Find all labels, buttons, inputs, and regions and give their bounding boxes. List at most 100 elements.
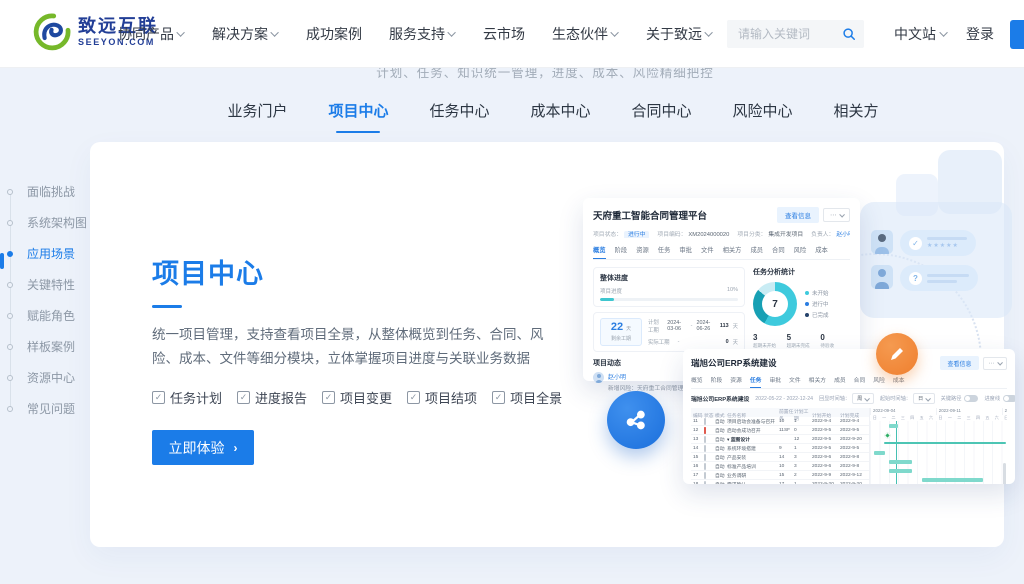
seeyon-swirl-icon bbox=[33, 13, 71, 51]
sidebar-dot bbox=[7, 282, 13, 288]
app2-tab-5[interactable]: 审批 bbox=[769, 375, 781, 388]
section-tab-3[interactable]: 任务中心 bbox=[427, 94, 491, 133]
status-icon bbox=[704, 445, 706, 452]
toggle-switch[interactable] bbox=[1003, 395, 1015, 402]
nav-item-label: 协同产品 bbox=[118, 24, 174, 44]
sidebar-dot bbox=[7, 313, 13, 319]
section-tab-5[interactable]: 合同中心 bbox=[630, 94, 694, 133]
sidebar-item-1[interactable]: 面临挑战 bbox=[0, 176, 92, 207]
app2-tab-10[interactable]: 风险 bbox=[873, 375, 885, 388]
table-row: 11自动项目启动会准备与召开1012022-9-42022-9-4 bbox=[691, 417, 869, 426]
app1-tab-9[interactable]: 合同 bbox=[772, 245, 785, 259]
table-row: 16自动标准产品培训1032022-9-62022-9-8 bbox=[691, 462, 869, 471]
app2-tab-2[interactable]: 阶段 bbox=[711, 375, 723, 388]
feature-item-1: ✓任务计划 bbox=[152, 388, 222, 407]
meta-value: 集成开发项目 bbox=[768, 232, 803, 238]
section-tab-2[interactable]: 项目中心 bbox=[326, 94, 390, 133]
search-input[interactable] bbox=[727, 27, 834, 41]
cell-start: 2022-9-4 bbox=[812, 419, 840, 424]
app2-tab-9[interactable]: 合同 bbox=[854, 375, 866, 388]
select-box[interactable]: 日 bbox=[913, 393, 935, 404]
nav-item-1[interactable]: 协同产品 bbox=[118, 24, 185, 44]
app1-tab-6[interactable]: 文件 bbox=[701, 245, 714, 259]
app1-tab-5[interactable]: 审批 bbox=[679, 245, 692, 259]
search-box bbox=[727, 20, 864, 48]
app1-tabs: 概览阶段资源任务审批文件相关方成员合同风险成本 bbox=[593, 245, 850, 260]
task-table: 编码状态模式任务名称前置任务计划工期计划开始计划完成 11自动项目启动会准备与召… bbox=[691, 408, 869, 484]
app2-tab-3[interactable]: 资源 bbox=[730, 375, 742, 388]
sidebar-item-7[interactable]: 资源中心 bbox=[0, 362, 92, 393]
sidebar-item-label: 常见问题 bbox=[27, 400, 75, 417]
app1-meta-row: 项目状态：进行中项目编码：XM2024000020项目分类：集成开发项目负责人：… bbox=[593, 229, 850, 238]
header-cta-button-cutoff[interactable] bbox=[1010, 20, 1024, 49]
chevron-down-icon bbox=[939, 28, 947, 36]
app2-tab-11[interactable]: 成本 bbox=[893, 375, 905, 388]
select-box[interactable]: 周 bbox=[852, 393, 874, 404]
nav-item-5[interactable]: 云市场 bbox=[483, 24, 525, 44]
toggle-label: 关键路径 bbox=[941, 395, 962, 402]
cell-code: 18 bbox=[693, 482, 704, 485]
app1-tab-3[interactable]: 资源 bbox=[636, 245, 649, 259]
app2-tab-1[interactable]: 概览 bbox=[691, 375, 703, 388]
app2-tab-4[interactable]: 任务 bbox=[750, 375, 762, 388]
remaining-days-box: 22 天 剩余工期 bbox=[600, 318, 642, 346]
nav-item-4[interactable]: 服务支持 bbox=[389, 24, 456, 44]
section-tab-7[interactable]: 相关方 bbox=[832, 94, 881, 133]
search-icon[interactable] bbox=[834, 20, 864, 48]
cell-name: 系统环境搭建 bbox=[727, 445, 779, 452]
app2-tab-7[interactable]: 相关方 bbox=[809, 375, 826, 388]
chevron-down-icon bbox=[997, 361, 1002, 366]
duration-unit: 天 bbox=[733, 322, 738, 330]
app1-tab-1[interactable]: 概览 bbox=[593, 245, 606, 259]
nav-item-2[interactable]: 解决方案 bbox=[212, 24, 279, 44]
timeline-select-2: 起始时间轴：日 bbox=[880, 393, 935, 404]
view-info-button[interactable]: 查看信息 bbox=[777, 207, 819, 223]
nav-item-6[interactable]: 生态伙伴 bbox=[552, 24, 619, 44]
app1-tab-10[interactable]: 风险 bbox=[794, 245, 807, 259]
stat-cell-2: 5超期未完成 bbox=[787, 333, 817, 349]
app1-tab-2[interactable]: 阶段 bbox=[615, 245, 628, 259]
language-selector[interactable]: 中文站 bbox=[894, 0, 948, 68]
view-info-button[interactable]: 查看信息 bbox=[940, 356, 978, 370]
app1-meta-3: 项目分类：集成开发项目 bbox=[737, 229, 803, 238]
try-now-button[interactable]: 立即体验 › bbox=[152, 430, 254, 465]
section-tab-1[interactable]: 业务门户 bbox=[225, 94, 289, 133]
sidebar-item-2[interactable]: 系统架构图 bbox=[0, 207, 92, 238]
more-button[interactable]: ⋯ bbox=[983, 357, 1008, 370]
app1-tab-11[interactable]: 成本 bbox=[815, 245, 828, 259]
section-tab-6[interactable]: 风险中心 bbox=[731, 94, 795, 133]
sidebar-item-4[interactable]: 关键特性 bbox=[0, 269, 92, 300]
status-icon bbox=[704, 427, 706, 434]
cell-name: 标准产品培训 bbox=[727, 463, 779, 470]
app1-tab-4[interactable]: 任务 bbox=[658, 245, 671, 259]
sidebar-item-5[interactable]: 赋能角色 bbox=[0, 300, 92, 331]
login-link[interactable]: 登录 bbox=[966, 0, 994, 68]
nav-item-7[interactable]: 关于致远 bbox=[646, 24, 713, 44]
toggle-switch[interactable] bbox=[964, 395, 978, 402]
more-button[interactable]: ⋯ bbox=[823, 208, 850, 222]
check-icon: ✓ bbox=[909, 237, 922, 250]
app1-tab-8[interactable]: 成员 bbox=[750, 245, 763, 259]
cell-mode: 自动 bbox=[715, 481, 727, 485]
section-tab-4[interactable]: 成本中心 bbox=[528, 94, 592, 133]
sidebar-item-6[interactable]: 样板案例 bbox=[0, 331, 92, 362]
gantt-scrollbar[interactable] bbox=[1003, 463, 1006, 484]
sidebar-item-8[interactable]: 常见问题 bbox=[0, 393, 92, 424]
cell-end: 2022-9-20 bbox=[840, 482, 868, 485]
chevron-down-icon bbox=[270, 28, 278, 36]
cell-code: 13 bbox=[693, 437, 704, 442]
gantt-week-label: 2022- bbox=[1002, 408, 1007, 415]
app1-tab-7[interactable]: 相关方 bbox=[723, 245, 742, 259]
cell-duration: 3 bbox=[794, 464, 812, 469]
app2-tab-6[interactable]: 文件 bbox=[789, 375, 801, 388]
status-icon bbox=[704, 418, 706, 425]
legend-dot bbox=[805, 313, 809, 317]
meta-value: XM2024000020 bbox=[688, 232, 729, 238]
app2-tabs: 概览阶段资源任务审批文件相关方成员合同风险成本 bbox=[691, 375, 1007, 389]
progress-label: 项目进度 bbox=[600, 287, 622, 295]
app2-tab-8[interactable]: 成员 bbox=[834, 375, 846, 388]
nav-item-3[interactable]: 成功案例 bbox=[306, 24, 362, 44]
sidebar-item-3[interactable]: 应用场景 bbox=[0, 238, 92, 269]
feature-label: 任务计划 bbox=[170, 388, 222, 407]
cell-code: 17 bbox=[693, 473, 704, 478]
